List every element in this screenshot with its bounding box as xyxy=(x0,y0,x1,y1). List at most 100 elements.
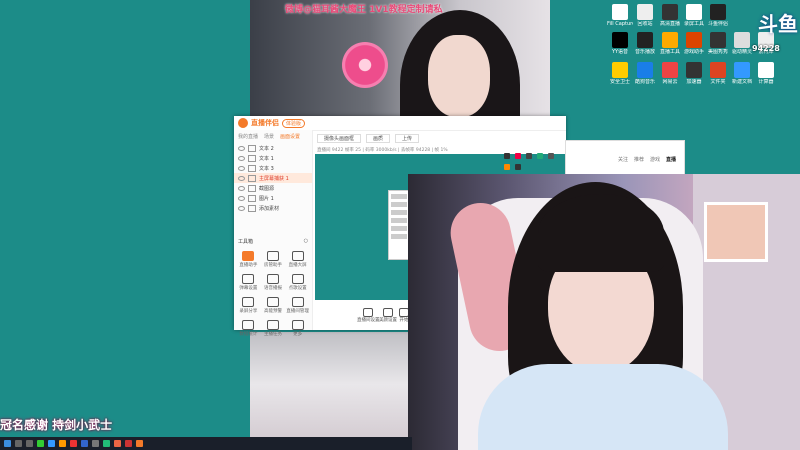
sidebar-tab-1[interactable]: 场景 xyxy=(264,133,274,140)
desktop-icon[interactable]: 加速器 xyxy=(681,62,707,85)
tool-item[interactable]: 高能预警 xyxy=(261,297,286,314)
visibility-icon[interactable] xyxy=(238,155,245,161)
tool-item[interactable]: 更多 xyxy=(285,320,310,337)
browser-tab-0[interactable]: 关注 xyxy=(618,156,628,163)
desktop-icon[interactable]: 安全卫士 xyxy=(607,62,633,85)
room-number: 94228 xyxy=(752,44,780,53)
tool-item[interactable]: 直播间管理 xyxy=(285,297,310,314)
desktop-icon[interactable]: 酷狗音乐 xyxy=(632,62,658,85)
browser-tab-3[interactable]: 直播 xyxy=(666,156,676,163)
browser-window[interactable]: 关注 推荐 游戏 直播 xyxy=(565,140,685,177)
desktop-icon[interactable]: 计算器 xyxy=(753,62,779,85)
tool-item[interactable]: 点歌设置 xyxy=(285,274,310,291)
source-item[interactable]: 主屏幕捕获 1 xyxy=(234,173,312,183)
tool-icon xyxy=(242,320,255,330)
desktop-icon-label: 新建文档 xyxy=(731,79,752,85)
desktop-icon[interactable]: 回收站 xyxy=(632,4,658,27)
desktop-icon[interactable]: 直播工具 xyxy=(657,32,683,55)
desktop-icon[interactable]: 网易云 xyxy=(657,62,683,85)
source-item[interactable]: 文本 2 xyxy=(234,143,312,153)
desktop-icon[interactable]: 音乐播放 xyxy=(632,32,658,55)
desktop-icon[interactable]: YY语音 xyxy=(607,32,633,55)
app-icon[interactable] xyxy=(70,440,77,447)
visibility-icon[interactable] xyxy=(238,195,245,201)
app-icon[interactable] xyxy=(81,440,88,447)
wechat-icon[interactable] xyxy=(37,440,44,447)
strip-icon[interactable] xyxy=(547,153,554,159)
desktop-icon[interactable]: 游戏助手 xyxy=(681,32,707,55)
source-item[interactable]: 截图源 xyxy=(234,183,312,193)
strip-icon[interactable] xyxy=(504,153,510,159)
desktop-icon[interactable]: 高清直播 xyxy=(657,4,683,27)
source-item[interactable]: 添加素材 xyxy=(234,203,312,213)
tool-item[interactable]: 语音播报 xyxy=(261,274,286,291)
start-icon[interactable] xyxy=(4,440,11,447)
popup-menu[interactable] xyxy=(388,190,410,260)
app-icon[interactable] xyxy=(103,440,110,447)
desktop-icon-label: 加速器 xyxy=(686,79,702,85)
tool-item[interactable]: 直播大屏 xyxy=(285,251,310,268)
strip-icon[interactable] xyxy=(525,153,532,159)
desktop-icon[interactable]: Fill Capture xyxy=(607,4,633,27)
toolbox-title: 工具箱 xyxy=(238,239,254,245)
room-settings-button[interactable]: 直播间设置 xyxy=(357,308,380,323)
source-item[interactable]: 图片 1 xyxy=(234,193,312,203)
app-icon[interactable] xyxy=(125,440,132,447)
strip-icon[interactable] xyxy=(504,164,510,170)
folder-icon[interactable] xyxy=(59,440,66,447)
taskview-icon[interactable] xyxy=(26,440,33,447)
desktop-icon[interactable]: 录屏工具 xyxy=(681,4,707,27)
browser-tab-2[interactable]: 游戏 xyxy=(650,156,660,163)
tool-label: 高能预警 xyxy=(263,309,282,314)
browser-tab-1[interactable]: 推荐 xyxy=(634,156,644,163)
source-item[interactable]: 文本 3 xyxy=(234,163,312,173)
beauty-button[interactable]: 美颜设置 xyxy=(379,308,397,323)
tool-label: 数据统计 xyxy=(239,332,258,337)
visibility-icon[interactable] xyxy=(238,145,245,151)
desktop-icon[interactable]: 美图秀秀 xyxy=(705,32,731,55)
desktop-icon-label: 安全卫士 xyxy=(609,79,630,85)
source-label: 文本 1 xyxy=(259,155,274,162)
desktop-icon[interactable]: 斗鱼伴侣 xyxy=(705,4,731,27)
search-icon[interactable] xyxy=(15,440,22,447)
browser-icon[interactable] xyxy=(48,440,55,447)
tool-item[interactable]: 数据统计 xyxy=(236,320,261,337)
desktop-icon[interactable]: 新建文档 xyxy=(729,62,755,85)
strip-icon[interactable] xyxy=(536,153,543,159)
menu-item[interactable] xyxy=(391,202,407,207)
tool-item[interactable]: 弹幕设置 xyxy=(236,274,261,291)
upload-dropdown[interactable]: 上传 xyxy=(395,134,420,143)
app-icon xyxy=(686,4,702,20)
visibility-icon[interactable] xyxy=(238,205,245,211)
source-item[interactable]: 文本 1 xyxy=(234,153,312,163)
toolbox-settings-icon[interactable]: ○ xyxy=(304,238,308,245)
tool-icon xyxy=(291,320,304,330)
photo-window-top: 微博@猫耳酱大魔王 1V1教程定制请私 xyxy=(250,0,550,118)
quality-dropdown[interactable]: 画质 xyxy=(366,134,391,143)
camera-dropdown[interactable]: 摄像头画面框 xyxy=(317,134,362,143)
visibility-icon[interactable] xyxy=(238,175,245,181)
visibility-icon[interactable] xyxy=(238,165,245,171)
tool-item[interactable]: 房管助手 xyxy=(261,251,286,268)
desktop-icon[interactable]: 文件夹 xyxy=(705,62,731,85)
desktop-icon-label: 高清直播 xyxy=(659,21,680,27)
streaming-app-icon[interactable] xyxy=(136,440,143,447)
strip-icon[interactable] xyxy=(514,153,521,159)
douyu-logo: 斗鱼 94228 xyxy=(740,0,800,58)
menu-item[interactable] xyxy=(391,194,407,199)
app-icon[interactable] xyxy=(114,440,121,447)
menu-item[interactable] xyxy=(391,226,407,231)
tool-icon xyxy=(266,320,279,330)
app-version-tag: 体验版 xyxy=(282,118,306,128)
sidebar-tab-2[interactable]: 画面设置 xyxy=(280,133,300,140)
tool-item[interactable]: 录屏分享 xyxy=(236,297,261,314)
menu-item[interactable] xyxy=(391,218,407,223)
tool-item[interactable]: 主播任务 xyxy=(261,320,286,337)
visibility-icon[interactable] xyxy=(238,185,245,191)
app-icon[interactable] xyxy=(92,440,99,447)
menu-item[interactable] xyxy=(391,210,407,215)
strip-icon[interactable] xyxy=(514,164,521,170)
menu-item[interactable] xyxy=(391,234,407,239)
sidebar-tab-0[interactable]: 我的直播 xyxy=(238,133,258,140)
tool-item[interactable]: 直播助手 xyxy=(236,251,261,268)
